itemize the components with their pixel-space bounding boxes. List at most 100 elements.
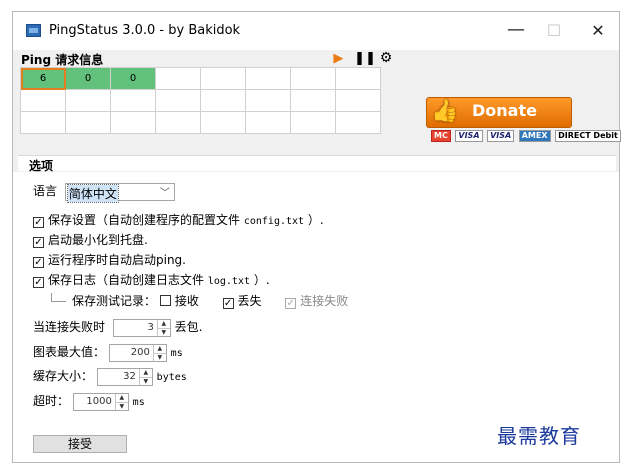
ping-cell[interactable]: 0 — [65, 67, 111, 90]
minimize-button[interactable]: — — [501, 20, 531, 42]
minimize-tray-checkbox[interactable]: ✓ — [33, 237, 44, 248]
ping-cell[interactable] — [110, 89, 156, 112]
ping-grid-row: 6 0 0 — [20, 67, 381, 90]
language-label: 语言 — [33, 184, 58, 198]
ping-cell[interactable] — [20, 89, 66, 112]
ping-cell[interactable] — [245, 67, 291, 90]
ping-cell[interactable]: 0 — [110, 67, 156, 90]
save-log-row[interactable]: ✓ 保存日志（自动创建日志文件 log.txt ）. — [33, 271, 270, 288]
tree-connector — [51, 293, 66, 302]
mastercard-icon: MC — [431, 130, 451, 142]
log-record-label: 保存测试记录： — [72, 294, 157, 308]
pause-icon[interactable]: ❚❚ — [354, 51, 376, 66]
ping-cell[interactable]: 6 — [20, 67, 66, 90]
options-panel: 语言 简体中文 ﹀ ✓ 保存设置（自动创建程序的配置文件 config.txt ）… — [13, 172, 619, 462]
buffer-value: 32 — [123, 370, 136, 382]
language-value: 简体中文 — [66, 183, 119, 203]
spin-down-icon[interactable]: ▼ — [116, 403, 128, 411]
log-receive-checkbox[interactable] — [159, 295, 171, 306]
save-settings-row[interactable]: ✓ 保存设置（自动创建程序的配置文件 config.txt ）. — [33, 211, 324, 228]
log-lost-text: 丢失 — [237, 294, 262, 308]
log-record-row: 保存测试记录： 接收 ✓ 丢失 ✓ 连接失败 — [51, 292, 348, 309]
chevron-down-icon: ﹀ — [159, 187, 170, 199]
ping-cell[interactable] — [245, 89, 291, 112]
chart-max-label: 图表最大值： — [33, 345, 106, 359]
save-settings-text: 保存设置（自动创建程序的配置文件 — [48, 213, 241, 227]
auto-ping-row[interactable]: ✓ 运行程序时自动启动ping. — [33, 251, 186, 268]
chart-max-unit: ms — [170, 348, 183, 359]
chart-max-stepper[interactable]: 200 ▲ ▼ — [108, 343, 167, 362]
fail-count-value: 3 — [147, 321, 154, 333]
ping-panel: Ping 请求信息 ▶ ❚❚ ⚙ 6 0 0 — [20, 50, 394, 143]
ping-cell[interactable] — [200, 111, 246, 134]
fail-unit: 丢包. — [174, 320, 203, 334]
watermark-text: 最需教育 — [497, 424, 581, 448]
spin-down-icon[interactable]: ▼ — [154, 354, 166, 362]
ping-grid: 6 0 0 — [20, 67, 381, 134]
save-log-text: 保存日志（自动创建日志文件 — [48, 273, 205, 287]
minimize-tray-row[interactable]: ✓ 启动最小化到托盘. — [33, 231, 148, 248]
visa-icon: VISA — [487, 130, 515, 142]
amex-icon: AMEX — [518, 130, 551, 142]
ping-cell[interactable] — [155, 111, 201, 134]
thumbs-up-icon: 👍 — [431, 99, 459, 124]
save-settings-checkbox[interactable]: ✓ — [33, 217, 44, 228]
save-log-checkbox[interactable]: ✓ — [33, 277, 44, 288]
close-button[interactable]: ✕ — [583, 20, 613, 42]
app-window: PingStatus 3.0.0 - by Bakidok — ☐ ✕ Ping… — [12, 11, 621, 463]
accept-button[interactable]: 接受 — [33, 435, 127, 453]
auto-ping-checkbox[interactable]: ✓ — [33, 257, 44, 268]
buffer-stepper[interactable]: 32 ▲ ▼ — [96, 367, 153, 386]
save-settings-suffix: ）. — [307, 213, 324, 227]
fail-row: 当连接失败时 3 ▲ ▼ 丢包. — [33, 318, 203, 337]
language-select[interactable]: 简体中文 ﹀ — [64, 182, 175, 203]
donate-button[interactable]: 👍 Donate — [426, 97, 572, 128]
ping-cell[interactable] — [65, 89, 111, 112]
ping-toolbar: ▶ ❚❚ ⚙ — [326, 50, 394, 66]
auto-ping-text: 运行程序时自动启动ping. — [48, 253, 186, 267]
options-header: 选项 — [18, 155, 616, 173]
timeout-label: 超时： — [33, 394, 70, 408]
ping-cell[interactable] — [200, 89, 246, 112]
timeout-value: 1000 — [86, 395, 112, 407]
play-icon[interactable]: ▶ — [330, 51, 346, 66]
spin-up-icon[interactable]: ▲ — [157, 320, 170, 329]
ping-cell[interactable] — [335, 89, 381, 112]
ping-cell[interactable] — [245, 111, 291, 134]
ping-cell[interactable] — [110, 111, 156, 134]
ping-cell[interactable] — [155, 89, 201, 112]
log-fail-checkbox: ✓ — [285, 298, 297, 309]
window-title: PingStatus 3.0.0 - by Bakidok — [49, 23, 241, 38]
buffer-label: 缓存大小： — [33, 369, 94, 383]
spin-up-icon[interactable]: ▲ — [115, 394, 128, 403]
spin-down-icon[interactable]: ▼ — [140, 378, 152, 386]
ping-grid-row — [20, 89, 381, 112]
ping-grid-row — [20, 111, 381, 134]
log-receive-text: 接收 — [174, 294, 199, 308]
spin-up-icon[interactable]: ▲ — [139, 369, 152, 378]
ping-cell[interactable] — [290, 89, 336, 112]
language-row: 语言 简体中文 ﹀ — [33, 182, 175, 203]
maximize-button[interactable]: ☐ — [539, 20, 569, 42]
direct-debit-icon: DIRECT Debit — [555, 130, 621, 142]
ping-cell[interactable] — [20, 111, 66, 134]
timeout-stepper[interactable]: 1000 ▲ ▼ — [72, 392, 129, 411]
ping-cell[interactable] — [335, 111, 381, 134]
timeout-unit: ms — [132, 397, 145, 408]
ping-cell[interactable] — [200, 67, 246, 90]
title-bar: PingStatus 3.0.0 - by Bakidok — ☐ ✕ — [13, 12, 619, 50]
ping-cell[interactable] — [65, 111, 111, 134]
spin-down-icon[interactable]: ▼ — [158, 329, 170, 337]
ping-cell[interactable] — [335, 67, 381, 90]
ping-cell[interactable] — [155, 67, 201, 90]
app-icon — [26, 24, 41, 37]
gear-icon[interactable]: ⚙ — [378, 50, 394, 66]
config-file-name: config.txt — [243, 216, 305, 227]
buffer-row: 缓存大小： 32 ▲ ▼ bytes — [33, 367, 187, 386]
log-lost-checkbox[interactable]: ✓ — [222, 298, 234, 309]
spin-up-icon[interactable]: ▲ — [153, 345, 166, 354]
fail-count-stepper[interactable]: 3 ▲ ▼ — [112, 318, 171, 337]
ping-cell[interactable] — [290, 67, 336, 90]
ping-cell[interactable] — [290, 111, 336, 134]
chart-max-value: 200 — [130, 346, 150, 358]
